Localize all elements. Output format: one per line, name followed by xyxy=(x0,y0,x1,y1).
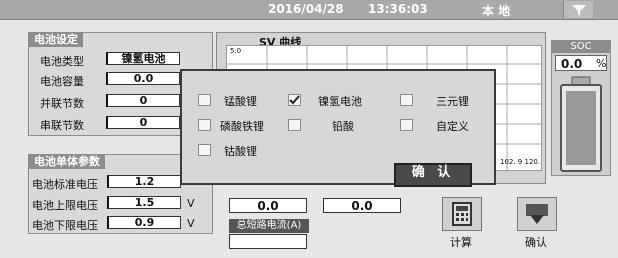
cell-params-title: 电池单体参数 xyxy=(29,155,105,169)
x-axis-tick-label: 102. 9 120. xyxy=(500,158,541,166)
menu-button[interactable] xyxy=(563,1,593,18)
output-field-a[interactable]: 0.0 xyxy=(229,198,307,213)
soc-value: 0.0 xyxy=(561,57,583,71)
calculate-label: 计算 xyxy=(450,236,472,249)
time-display: 13:36:03 xyxy=(368,2,428,16)
soc-panel: SOC 0.0 % xyxy=(551,40,611,176)
filter-icon xyxy=(572,5,586,15)
option-label-1: 镍氢电池 xyxy=(318,95,362,108)
option-label-6: 钴酸锂 xyxy=(224,145,257,158)
option-checkbox-5[interactable] xyxy=(400,119,413,131)
series-count-field[interactable]: 0 xyxy=(106,116,180,129)
battery-settings-title: 电池设定 xyxy=(29,33,83,47)
calculator-icon xyxy=(452,202,472,226)
battery-icon xyxy=(560,76,602,172)
option-checkbox-2[interactable] xyxy=(400,94,413,106)
battery-type-label: 电池类型 xyxy=(40,55,84,68)
calculate-button[interactable] xyxy=(442,197,482,231)
battery-type-dialog: 锰酸锂 镍氢电池 三元锂 磷酸铁锂 铅酸 自定义 钴酸锂 确 认 xyxy=(180,69,496,187)
option-checkbox-4[interactable] xyxy=(288,119,301,131)
lower-voltage-unit: V xyxy=(187,217,195,230)
battery-type-field[interactable]: 镍氢电池 xyxy=(106,52,180,65)
date-display: 2016/04/28 xyxy=(268,2,344,16)
upper-voltage-label: 电池上限电压 xyxy=(32,199,98,212)
mode-display: 本 地 xyxy=(482,4,511,18)
soc-title: SOC xyxy=(552,41,610,53)
dialog-confirm-button[interactable]: 确 认 xyxy=(394,163,472,187)
confirm-label: 确认 xyxy=(525,236,547,249)
output-field-b[interactable]: 0.0 xyxy=(323,198,401,213)
option-label-5: 自定义 xyxy=(436,120,469,133)
nominal-voltage-field[interactable]: 1.2 xyxy=(107,175,181,188)
option-checkbox-1[interactable] xyxy=(288,94,301,106)
download-icon xyxy=(526,204,548,224)
parallel-count-field[interactable]: 0 xyxy=(106,94,180,107)
confirm-button[interactable] xyxy=(517,197,557,231)
parallel-count-label: 并联节数 xyxy=(40,97,84,110)
option-checkbox-6[interactable] xyxy=(198,144,211,156)
series-count-label: 串联节数 xyxy=(40,119,84,132)
soc-value-box: 0.0 % xyxy=(555,55,607,71)
checkmark-icon xyxy=(289,95,300,105)
option-checkbox-0[interactable] xyxy=(198,94,211,106)
battery-capacity-label: 电池容量 xyxy=(40,75,84,88)
upper-voltage-unit: V xyxy=(187,197,195,210)
soc-unit: % xyxy=(596,57,607,70)
upper-voltage-field[interactable]: 1.5 xyxy=(107,196,181,209)
short-circuit-current-label: 总短路电流(A) xyxy=(229,219,309,233)
nominal-voltage-label: 电池标准电压 xyxy=(32,178,98,191)
option-checkbox-3[interactable] xyxy=(198,119,211,131)
option-label-0: 锰酸锂 xyxy=(224,95,257,108)
top-status-bar: 2016/04/28 13:36:03 本 地 xyxy=(0,0,618,20)
option-label-2: 三元锂 xyxy=(436,95,469,108)
option-label-3: 磷酸铁锂 xyxy=(220,120,264,133)
lower-voltage-field[interactable]: 0.9 xyxy=(107,216,181,229)
short-circuit-current-field[interactable] xyxy=(229,234,307,249)
battery-capacity-field[interactable]: 0.0 xyxy=(106,72,180,85)
option-label-4: 铅酸 xyxy=(332,120,354,133)
lower-voltage-label: 电池下限电压 xyxy=(32,219,98,232)
